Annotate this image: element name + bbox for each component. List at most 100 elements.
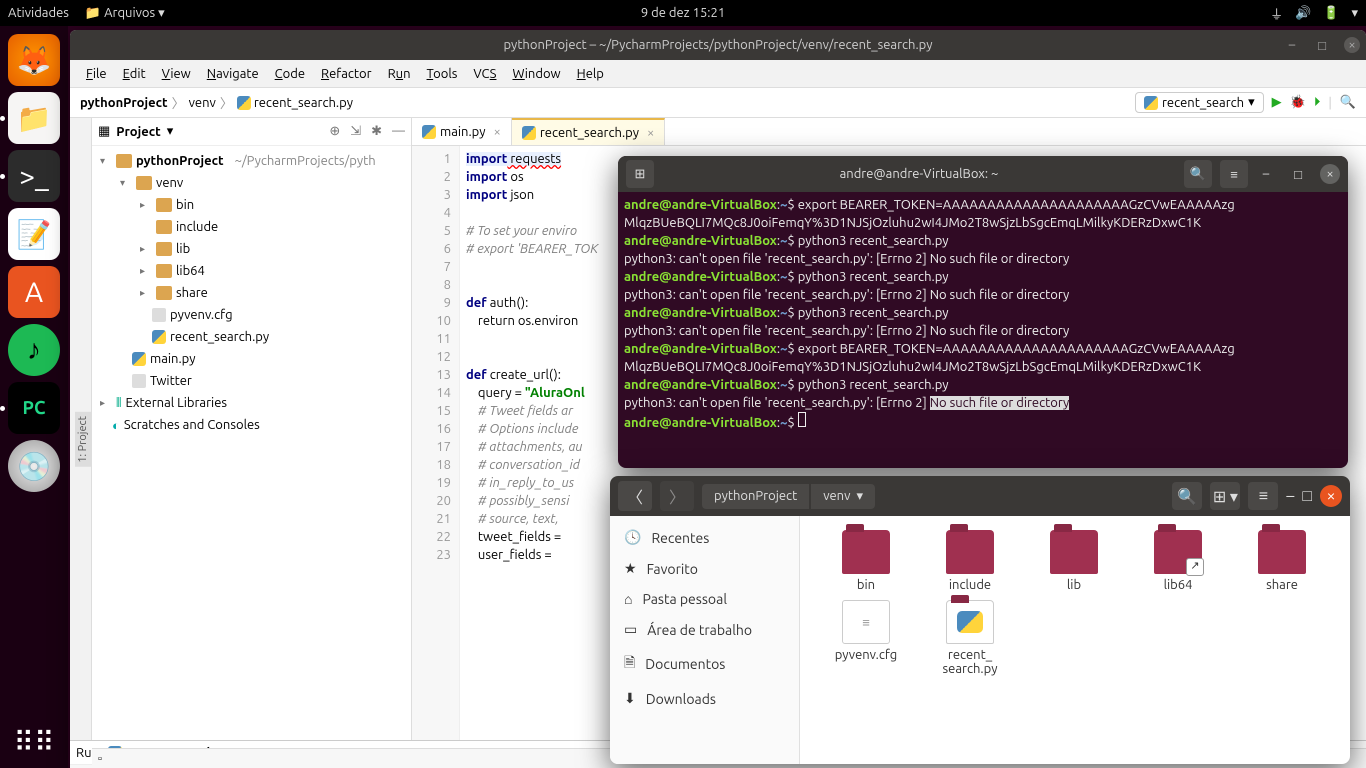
folder-lib64[interactable]: lib64 [1126, 526, 1230, 596]
maximize-button[interactable]: □ [1302, 487, 1312, 506]
tree-extlib[interactable]: ▸⫴External Libraries [92, 392, 411, 414]
dock-terminal[interactable]: >_ [8, 150, 60, 202]
volume-icon[interactable]: 🔊 [1295, 6, 1311, 21]
debug-button[interactable]: 🐞 [1290, 95, 1306, 110]
back-button[interactable]: 〈 [618, 481, 652, 511]
dock-gedit[interactable]: 📝 [8, 208, 60, 260]
activities-button[interactable]: Atividades [8, 6, 69, 20]
search-button[interactable]: 🔍 [1340, 95, 1356, 110]
dock-files[interactable]: 📁 [8, 92, 60, 144]
pycharm-menubar: File Edit View Navigate Code Refactor Ru… [70, 60, 1366, 88]
tree-lib[interactable]: ▸lib [92, 238, 411, 260]
menu-view[interactable]: View [156, 65, 197, 83]
tree-scratches[interactable]: ◐Scratches and Consoles [92, 414, 411, 436]
folder-bin[interactable]: bin [814, 526, 918, 596]
network-icon[interactable]: ⏚ [1270, 4, 1283, 23]
tree-venv[interactable]: ▾venv [92, 172, 411, 194]
close-icon[interactable]: × [647, 126, 654, 140]
settings-icon[interactable]: ✱ [371, 124, 382, 139]
menu-tools[interactable]: Tools [421, 65, 464, 83]
battery-icon[interactable]: 🔋 [1323, 6, 1339, 21]
sidebar-desktop[interactable]: ▭ Área de trabalho [610, 614, 799, 645]
gnome-topbar: Atividades 📁 Arquivos ▾ 9 de dez 15:21 ⏚… [0, 0, 1366, 26]
tree-root[interactable]: ▾pythonProject ~/PycharmProjects/pyth [92, 150, 411, 172]
dock-pycharm[interactable]: PC [8, 382, 60, 434]
menu-vcs[interactable]: VCS [467, 65, 502, 83]
close-button[interactable]: × [1320, 485, 1342, 507]
terminal-title: andre@andre-VirtualBox: ~ [662, 167, 1176, 181]
close-button[interactable]: × [1320, 164, 1340, 184]
terminal-output[interactable]: andre@andre-VirtualBox:~$ export BEARER_… [618, 192, 1348, 436]
python-file-icon [237, 96, 251, 110]
expand-icon[interactable]: ⇲ [350, 124, 361, 139]
path-pythonproject[interactable]: pythonProject [702, 484, 809, 509]
project-tool-tab[interactable]: 1: Project [75, 412, 91, 467]
crumb-project[interactable]: pythonProject [80, 96, 168, 110]
python-icon [1144, 96, 1158, 110]
menu-file[interactable]: File [80, 65, 113, 83]
terminal-menu-button[interactable]: ≡ [1220, 160, 1248, 188]
files-search-button[interactable]: 🔍 [1172, 482, 1202, 510]
sidebar-documents[interactable]: 🗎 Documentos [610, 645, 799, 683]
menu-edit[interactable]: Edit [117, 65, 152, 83]
run-button[interactable]: ▶ [1272, 95, 1282, 110]
minimize-button[interactable]: – [1256, 164, 1276, 184]
pycharm-titlebar: pythonProject – ~/PycharmProjects/python… [70, 30, 1366, 60]
sidebar-home[interactable]: ⌂ Pasta pessoal [610, 584, 799, 614]
project-tree: ▾pythonProject ~/PycharmProjects/pyth ▾v… [92, 146, 411, 740]
sidebar-favorite[interactable]: ★ Favorito [610, 553, 799, 584]
menu-help[interactable]: Help [571, 65, 610, 83]
run-context-button[interactable]: ⏵ [1314, 95, 1321, 110]
tab-main[interactable]: main.py× [412, 118, 512, 145]
tree-bin[interactable]: ▸bin [92, 194, 411, 216]
minimize-button[interactable]: – [1284, 37, 1300, 53]
menu-code[interactable]: Code [269, 65, 311, 83]
terminal-search-button[interactable]: 🔍 [1184, 160, 1212, 188]
files-grid: bin include lib lib64 share ≡pyvenv.cfg … [800, 516, 1350, 764]
close-icon[interactable]: × [494, 125, 501, 139]
forward-button[interactable]: 〉 [660, 481, 694, 511]
tree-lib64[interactable]: ▸lib64 [92, 260, 411, 282]
dock-disc[interactable]: 💿 [8, 440, 60, 492]
new-tab-button[interactable]: ⊞ [626, 160, 654, 188]
project-tool-window: ▦Project▾ ⊕ ⇲ ✱ — ▾pythonProject ~/Pycha… [92, 118, 412, 740]
folder-share[interactable]: share [1230, 526, 1334, 596]
locate-icon[interactable]: ⊕ [329, 124, 340, 139]
tree-main[interactable]: main.py [92, 348, 411, 370]
folder-lib[interactable]: lib [1022, 526, 1126, 596]
tree-share[interactable]: ▸share [92, 282, 411, 304]
sidebar-downloads[interactable]: ⬇ Downloads [610, 683, 799, 714]
clock[interactable]: 9 de dez 15:21 [641, 6, 725, 20]
tab-recent-search[interactable]: recent_search.py× [512, 118, 665, 145]
minimize-button[interactable]: – [1286, 487, 1294, 505]
close-button[interactable]: × [1344, 37, 1360, 53]
dock-apps[interactable]: ⠿⠿ [8, 716, 60, 768]
tree-pyvenv[interactable]: pyvenv.cfg [92, 304, 411, 326]
dock-spotify[interactable]: ♪ [8, 324, 60, 376]
file-recent-search[interactable]: recent_ search.py [918, 596, 1022, 680]
tree-twitter[interactable]: Twitter [92, 370, 411, 392]
menu-window[interactable]: Window [506, 65, 566, 83]
dock-firefox[interactable]: 🦊 [8, 34, 60, 86]
dock-software[interactable]: A [8, 266, 60, 318]
menu-refactor[interactable]: Refactor [315, 65, 378, 83]
files-menu-button[interactable]: ≡ [1248, 482, 1278, 510]
sidebar-recent[interactable]: 🕓 Recentes [610, 522, 799, 553]
view-grid-button[interactable]: ⊞ ▾ [1210, 482, 1240, 510]
hide-icon[interactable]: — [392, 124, 405, 139]
crumb-file[interactable]: recent_search.py [254, 96, 353, 110]
tree-include[interactable]: include [92, 216, 411, 238]
menu-run[interactable]: Run [382, 65, 417, 83]
maximize-button[interactable]: □ [1288, 164, 1308, 184]
maximize-button[interactable]: □ [1314, 37, 1330, 53]
file-pyvenv[interactable]: ≡pyvenv.cfg [814, 596, 918, 680]
menu-navigate[interactable]: Navigate [201, 65, 265, 83]
tree-recent-search[interactable]: recent_search.py [92, 326, 411, 348]
folder-include[interactable]: include [918, 526, 1022, 596]
files-app-menu[interactable]: 📁 Arquivos ▾ [85, 6, 165, 21]
crumb-venv[interactable]: venv [189, 96, 216, 110]
line-gutter: 1234567891011121314151617181920212223 [412, 146, 460, 740]
run-config-selector[interactable]: recent_search ▾ [1135, 92, 1264, 113]
power-icon[interactable]: ▾ [1351, 6, 1358, 21]
path-venv[interactable]: venv▾ [811, 484, 875, 509]
